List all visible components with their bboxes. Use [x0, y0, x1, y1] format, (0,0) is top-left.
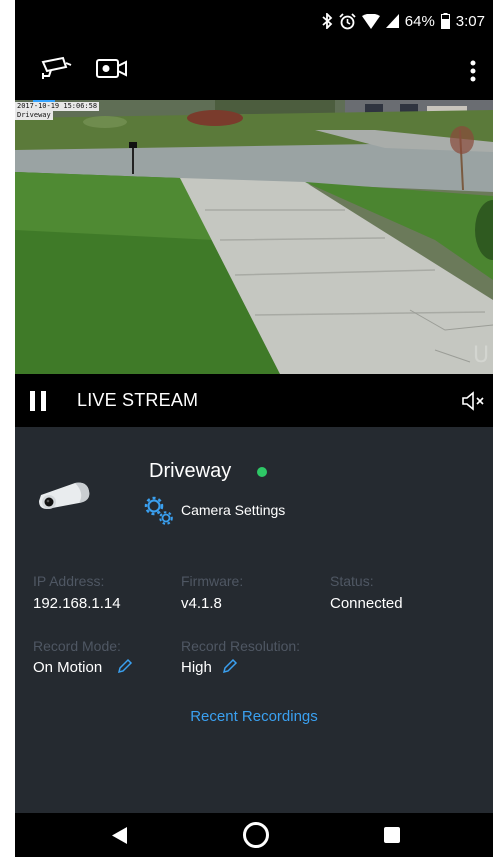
security-camera-icon[interactable]: [41, 56, 73, 85]
status-value: Connected: [330, 595, 403, 612]
wifi-icon: [361, 13, 380, 29]
recent-apps-icon[interactable]: [384, 827, 400, 843]
camera-settings-link[interactable]: Camera Settings: [181, 502, 285, 518]
recent-recordings-link[interactable]: Recent Recordings: [15, 708, 493, 725]
feed-progress: [33, 100, 55, 102]
firmware-value: v4.1.8: [181, 595, 222, 612]
status-label: Status:: [330, 573, 374, 589]
alarm-icon: [339, 12, 356, 30]
camera-name: Driveway: [149, 460, 232, 482]
pause-icon-bar: [41, 391, 46, 411]
record-resolution-label: Record Resolution:: [181, 638, 301, 654]
mute-icon[interactable]: [461, 391, 485, 416]
record-resolution-value: High: [181, 659, 212, 676]
battery-icon: [440, 13, 450, 29]
svg-text:U: U: [473, 343, 489, 368]
edit-record-mode-icon[interactable]: [117, 658, 133, 679]
camera-info-panel: Driveway Camera Settings IP Address: 192…: [15, 427, 493, 813]
camera-feed[interactable]: U 2017-10-19 15:06:58 Driveway: [15, 100, 493, 374]
signal-icon: [385, 14, 399, 28]
firmware-label: Firmware:: [181, 573, 244, 589]
pause-icon: [30, 391, 35, 411]
video-camera-icon[interactable]: [96, 58, 128, 85]
record-mode-label: Record Mode:: [33, 638, 121, 654]
home-icon[interactable]: [243, 822, 269, 848]
navigation-bar: [15, 813, 493, 857]
gears-icon[interactable]: [143, 495, 175, 532]
back-icon[interactable]: [112, 827, 128, 849]
app-toolbar: [15, 40, 493, 100]
edit-record-resolution-icon[interactable]: [222, 658, 238, 679]
record-mode-value: On Motion: [33, 659, 103, 676]
camera-device-icon: [35, 475, 93, 520]
bluetooth-icon: [322, 13, 333, 29]
timestamp-text: 2017-10-19 15:06:58: [17, 102, 98, 110]
ip-address-value: 192.168.1.14: [33, 595, 121, 612]
status-bar: 64% 3:07: [15, 0, 493, 40]
clock-time: 3:07: [455, 12, 485, 30]
phone-screen: 64% 3:07 U 2017-10-19 15:06:58 Driveway …: [15, 0, 493, 857]
more-options-icon[interactable]: [470, 60, 476, 87]
ip-address-label: IP Address:: [33, 573, 105, 589]
online-status-dot: [257, 467, 267, 477]
feed-camera-label: Driveway: [15, 111, 53, 120]
pause-button[interactable]: [30, 391, 48, 411]
battery-percent: 64%: [404, 12, 435, 30]
feed-timestamp: 2017-10-19 15:06:58: [15, 100, 100, 111]
status-icons: 64% 3:07: [322, 10, 485, 32]
live-stream-bar: LIVE STREAM: [15, 374, 493, 427]
feed-image: U: [15, 100, 493, 374]
live-stream-label: LIVE STREAM: [77, 390, 199, 410]
